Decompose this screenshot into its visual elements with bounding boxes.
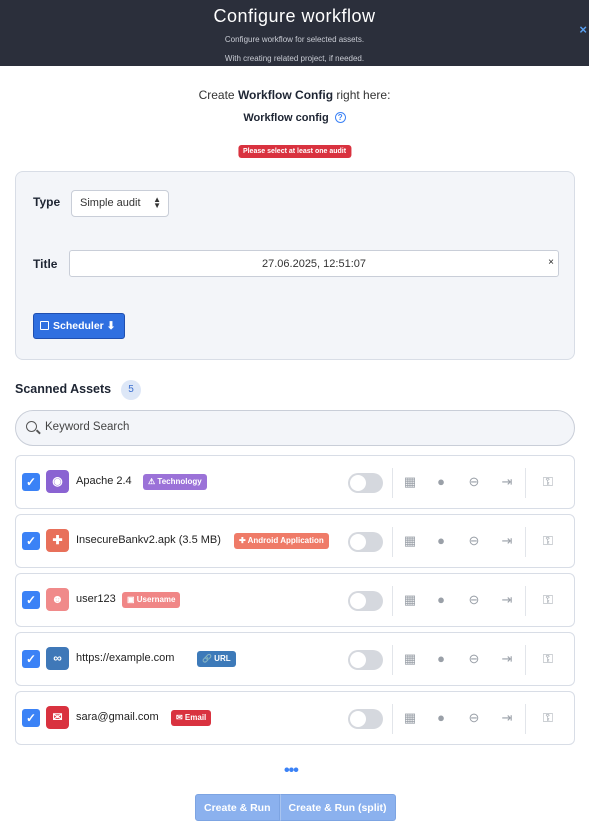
asset-name: Apache 2.4 bbox=[76, 475, 132, 487]
block-icon[interactable]: ⊖ bbox=[466, 533, 482, 549]
scheduler-label: Scheduler ⬇ bbox=[53, 320, 116, 332]
key-icon[interactable]: ⚿ bbox=[540, 592, 556, 608]
type-select[interactable]: Simple audit ▲ ▼ bbox=[71, 190, 169, 217]
divider bbox=[392, 468, 393, 498]
intro-text: Create Workflow Config right here: bbox=[0, 88, 589, 102]
columns-icon[interactable]: ▦ bbox=[402, 710, 418, 726]
asset-row[interactable]: ✓ ✉ sara@gmail.com ✉ Email ▦ ● ⊖ ⇥ ⚿ bbox=[15, 691, 575, 745]
title-input[interactable]: 27.06.2025, 12:51:07 × bbox=[69, 250, 559, 277]
divider bbox=[392, 586, 393, 616]
intro-bold: Workflow Config bbox=[237, 88, 334, 102]
asset-name: InsecureBankv2.apk (3.5 MB) bbox=[76, 534, 221, 546]
login-icon[interactable]: ⇥ bbox=[499, 710, 515, 726]
login-icon[interactable]: ⇥ bbox=[499, 533, 515, 549]
asset-type-badge: ✉ Email bbox=[171, 710, 212, 726]
modal-header: Configure workflow Configure workflow fo… bbox=[0, 0, 589, 66]
modal-subtitle-1: Configure workflow for selected assets. bbox=[224, 35, 365, 44]
title-input-value: 27.06.2025, 12:51:07 bbox=[262, 258, 366, 270]
key-icon[interactable]: ⚿ bbox=[540, 651, 556, 667]
divider bbox=[525, 645, 526, 675]
modal-title: Configure workflow bbox=[213, 6, 376, 26]
modal-subtitle-2: With creating related project, if needed… bbox=[224, 54, 365, 63]
login-icon[interactable]: ⇥ bbox=[499, 474, 515, 490]
mail-icon: ✉ bbox=[46, 706, 69, 729]
user-icon: ☻ bbox=[46, 588, 69, 611]
columns-icon[interactable]: ▦ bbox=[402, 533, 418, 549]
divider bbox=[525, 704, 526, 734]
link-icon: ∞ bbox=[46, 647, 69, 670]
search-icon bbox=[26, 421, 37, 432]
assets-count-badge: 5 bbox=[121, 380, 141, 400]
sort-caret-icon: ▲ ▼ bbox=[153, 195, 161, 210]
divider bbox=[525, 586, 526, 616]
config-label-text: Workflow config bbox=[243, 112, 329, 124]
eye-icon: ◉ bbox=[46, 470, 69, 493]
block-icon[interactable]: ⊖ bbox=[466, 474, 482, 490]
divider bbox=[392, 704, 393, 734]
more-icon[interactable]: ••• bbox=[284, 762, 299, 780]
divider bbox=[392, 527, 393, 557]
validation-alert: Please select at least one audit bbox=[237, 145, 352, 158]
asset-row[interactable]: ✓ ✚ InsecureBankv2.apk (3.5 MB) ✚ Android A… bbox=[15, 514, 575, 568]
block-icon[interactable]: ⊖ bbox=[466, 710, 482, 726]
type-select-value: Simple audit bbox=[80, 197, 141, 209]
config-panel: Type Simple audit ▲ ▼ Title 27.06.2025, 1… bbox=[15, 171, 575, 360]
asset-type-badge: 🔗 URL bbox=[197, 651, 236, 667]
key-icon[interactable]: ⚿ bbox=[540, 710, 556, 726]
asset-toggle[interactable] bbox=[348, 650, 383, 670]
asset-checkbox[interactable]: ✓ bbox=[22, 473, 40, 491]
cookie-icon[interactable]: ● bbox=[433, 710, 449, 726]
cookie-icon[interactable]: ● bbox=[433, 474, 449, 490]
asset-row[interactable]: ✓ ∞ https://example.com 🔗 URL ▦ ● ⊖ ⇥ ⚿ bbox=[15, 632, 575, 686]
create-run-button[interactable]: Create & Run bbox=[195, 794, 280, 821]
key-icon[interactable]: ⚿ bbox=[540, 533, 556, 549]
cookie-icon[interactable]: ● bbox=[433, 592, 449, 608]
divider bbox=[392, 645, 393, 675]
asset-toggle[interactable] bbox=[348, 532, 383, 552]
cookie-icon[interactable]: ● bbox=[433, 533, 449, 549]
key-icon[interactable]: ⚿ bbox=[540, 474, 556, 490]
scanned-assets-heading: Scanned Assets bbox=[15, 382, 112, 396]
asset-name: https://example.com bbox=[76, 652, 175, 664]
login-icon[interactable]: ⇥ bbox=[499, 651, 515, 667]
asset-name: sara@gmail.com bbox=[76, 711, 159, 723]
create-run-split-button[interactable]: Create & Run (split) bbox=[279, 794, 396, 821]
columns-icon[interactable]: ▦ bbox=[402, 651, 418, 667]
asset-checkbox[interactable]: ✓ bbox=[22, 650, 40, 668]
asset-checkbox[interactable]: ✓ bbox=[22, 532, 40, 550]
asset-type-badge: ✚ Android Application bbox=[234, 533, 329, 549]
block-icon[interactable]: ⊖ bbox=[466, 592, 482, 608]
cookie-icon[interactable]: ● bbox=[433, 651, 449, 667]
block-icon[interactable]: ⊖ bbox=[466, 651, 482, 667]
asset-checkbox[interactable]: ✓ bbox=[22, 709, 40, 727]
search-input[interactable]: Keyword Search bbox=[15, 410, 575, 446]
asset-type-badge: ▣ Username bbox=[122, 592, 181, 608]
close-icon[interactable]: × bbox=[579, 22, 587, 37]
scheduler-button[interactable]: Scheduler ⬇ bbox=[33, 313, 125, 339]
search-placeholder: Keyword Search bbox=[45, 421, 130, 433]
asset-checkbox[interactable]: ✓ bbox=[22, 591, 40, 609]
login-icon[interactable]: ⇥ bbox=[499, 592, 515, 608]
divider bbox=[525, 527, 526, 557]
asset-toggle[interactable] bbox=[348, 473, 383, 493]
asset-toggle[interactable] bbox=[348, 591, 383, 611]
workflow-config-label: Workflow config? bbox=[0, 112, 589, 124]
clear-icon[interactable]: × bbox=[548, 257, 554, 268]
calendar-icon bbox=[40, 321, 49, 330]
type-label: Type bbox=[33, 195, 61, 209]
help-icon[interactable]: ? bbox=[334, 112, 346, 123]
android-icon: ✚ bbox=[46, 529, 69, 552]
asset-toggle[interactable] bbox=[348, 709, 383, 729]
asset-row[interactable]: ✓ ◉ Apache 2.4 ⚠ Technology ▦ ● ⊖ ⇥ ⚿ bbox=[15, 455, 575, 509]
asset-row[interactable]: ✓ ☻ user123 ▣ Username ▦ ● ⊖ ⇥ ⚿ bbox=[15, 573, 575, 627]
title-label: Title bbox=[33, 257, 58, 271]
columns-icon[interactable]: ▦ bbox=[402, 592, 418, 608]
asset-name: user123 bbox=[76, 593, 116, 605]
divider bbox=[525, 468, 526, 498]
intro-prefix: Create bbox=[198, 88, 238, 102]
create-button-group: Create & Run Create & Run (split) bbox=[195, 794, 396, 821]
columns-icon[interactable]: ▦ bbox=[402, 474, 418, 490]
intro-suffix: right here: bbox=[333, 88, 391, 102]
asset-type-badge: ⚠ Technology bbox=[143, 474, 207, 490]
